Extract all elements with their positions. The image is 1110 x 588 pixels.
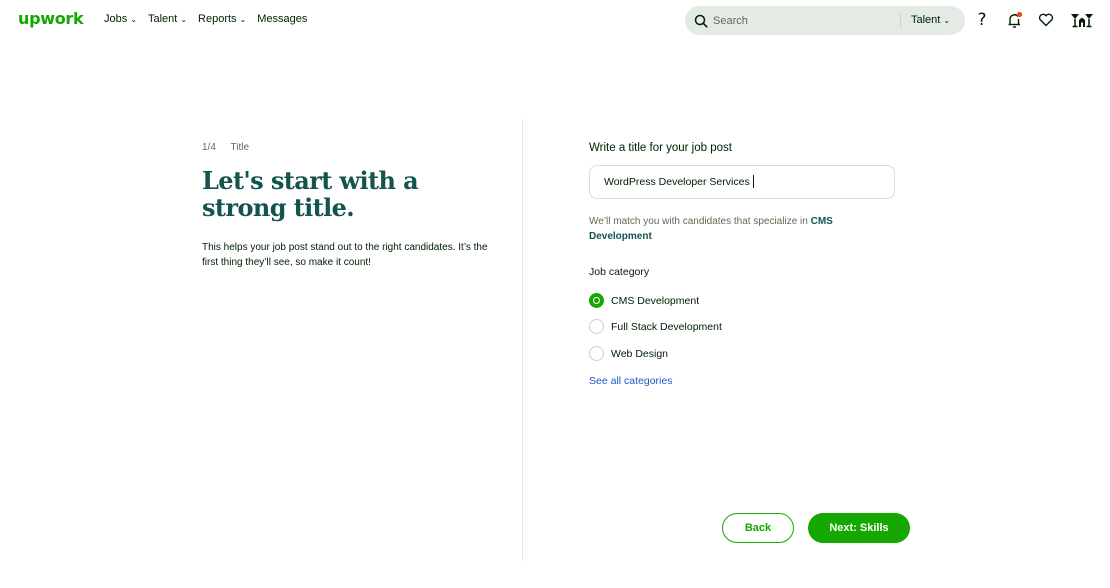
category-option-label: CMS Development (611, 294, 700, 307)
search-icon (694, 14, 708, 28)
radio-unselected-icon[interactable] (589, 346, 604, 361)
step-number: 1/4 (202, 142, 216, 153)
category-option-cms-development[interactable]: CMS Development (589, 293, 699, 308)
column-divider (522, 119, 523, 561)
see-all-categories-link[interactable]: See all categories (589, 375, 672, 387)
job-category-label: Job category (589, 266, 650, 278)
search-scope-label: Talent (911, 14, 941, 26)
page-title: Let's start with a strong title. (202, 166, 419, 222)
step-indicator: 1/4 Title (202, 142, 249, 153)
search-scope-dropdown[interactable]: Talent ⌄ (911, 14, 950, 26)
chevron-down-icon: ⌄ (943, 15, 951, 25)
nav-messages[interactable]: Messages (257, 13, 307, 25)
upwork-logo[interactable]: upwork (18, 9, 84, 28)
next-skills-button[interactable]: Next: Skills (808, 513, 910, 543)
category-option-label: Full Stack Development (611, 320, 722, 333)
notification-bell-icon[interactable] (1005, 9, 1025, 31)
nav-jobs-label: Jobs (104, 13, 128, 25)
back-button[interactable]: Back (722, 513, 794, 543)
job-title-label: Write a title for your job post (589, 142, 732, 154)
nav-jobs[interactable]: Jobs ⌄ (104, 13, 137, 25)
nav-talent[interactable]: Talent ⌄ (148, 13, 187, 25)
nav-messages-label: Messages (257, 13, 308, 25)
radio-unselected-icon[interactable] (589, 319, 604, 334)
help-icon[interactable]: ? (975, 9, 989, 31)
category-option-label: Web Design (611, 347, 669, 360)
category-option-full-stack-development[interactable]: Full Stack Development (589, 319, 722, 334)
category-option-web-design[interactable]: Web Design (589, 346, 668, 361)
chevron-down-icon: ⌄ (180, 14, 188, 24)
nav-reports[interactable]: Reports ⌄ (198, 13, 246, 25)
step-name: Title (230, 142, 250, 153)
main-nav: Jobs ⌄ Talent ⌄ Reports ⌄ Messages (104, 13, 318, 25)
chevron-down-icon: ⌄ (130, 14, 137, 24)
page-description: This helps your job post stand out to th… (202, 242, 488, 268)
text-cursor (753, 175, 754, 188)
chevron-down-icon: ⌄ (239, 14, 247, 24)
radio-selected-icon[interactable] (589, 293, 604, 308)
search-input[interactable]: Search (713, 15, 748, 27)
job-title-input[interactable] (589, 165, 895, 199)
organization-icon[interactable] (1069, 9, 1095, 31)
nav-talent-label: Talent (147, 13, 178, 25)
nav-reports-label: Reports (198, 13, 237, 25)
search-divider (900, 13, 901, 28)
hint-text: We’ll match you with candidates that spe… (589, 216, 811, 227)
heart-icon[interactable] (1037, 9, 1055, 31)
top-navigation-bar: upwork Jobs ⌄ Talent ⌄ Reports ⌄ Messages S… (0, 0, 1110, 40)
category-match-hint: We’ll match you with candidates that spe… (589, 214, 889, 244)
search-bar[interactable]: Search Talent ⌄ (685, 6, 965, 35)
